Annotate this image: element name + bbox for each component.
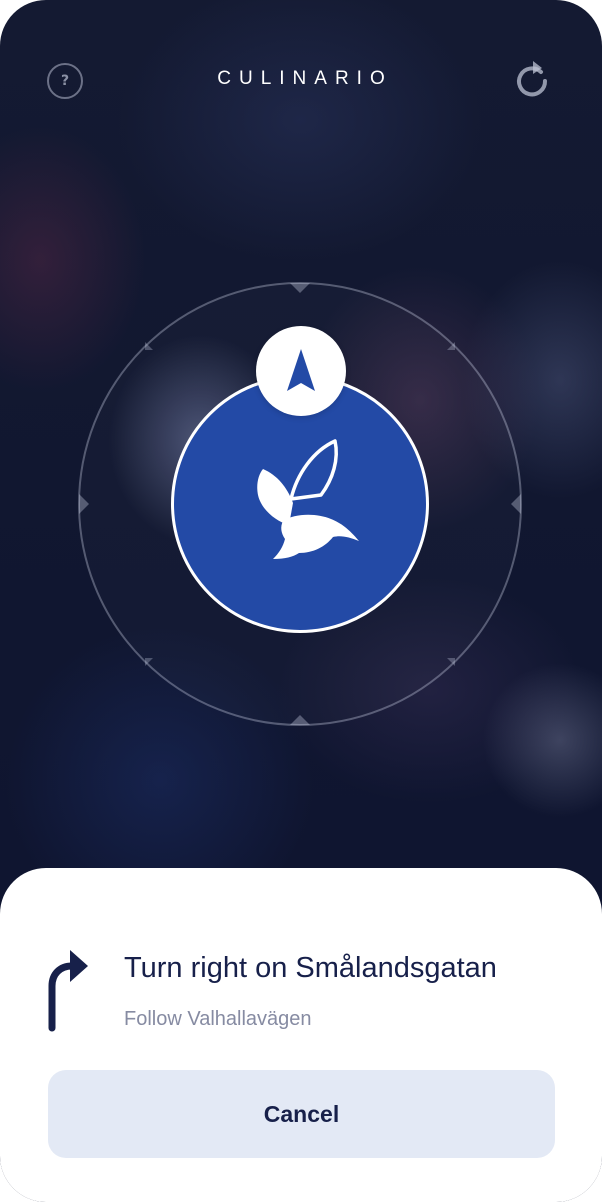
navigation-arrow-icon (287, 349, 315, 391)
direction-pointer (256, 326, 346, 416)
cancel-button[interactable]: Cancel (48, 1070, 555, 1158)
refresh-button[interactable] (510, 56, 556, 102)
app-screen: ? CULINARIO Turn right on Smålandsgatan … (0, 0, 602, 1202)
turn-right-arrow-icon (48, 950, 88, 1032)
bird-logo-icon (257, 439, 359, 559)
turn-direction (40, 942, 90, 1034)
instruction-subtitle: Follow Valhallavägen (124, 1008, 312, 1030)
refresh-icon (517, 61, 548, 97)
instruction-title: Turn right on Smålandsgatan (124, 952, 497, 984)
